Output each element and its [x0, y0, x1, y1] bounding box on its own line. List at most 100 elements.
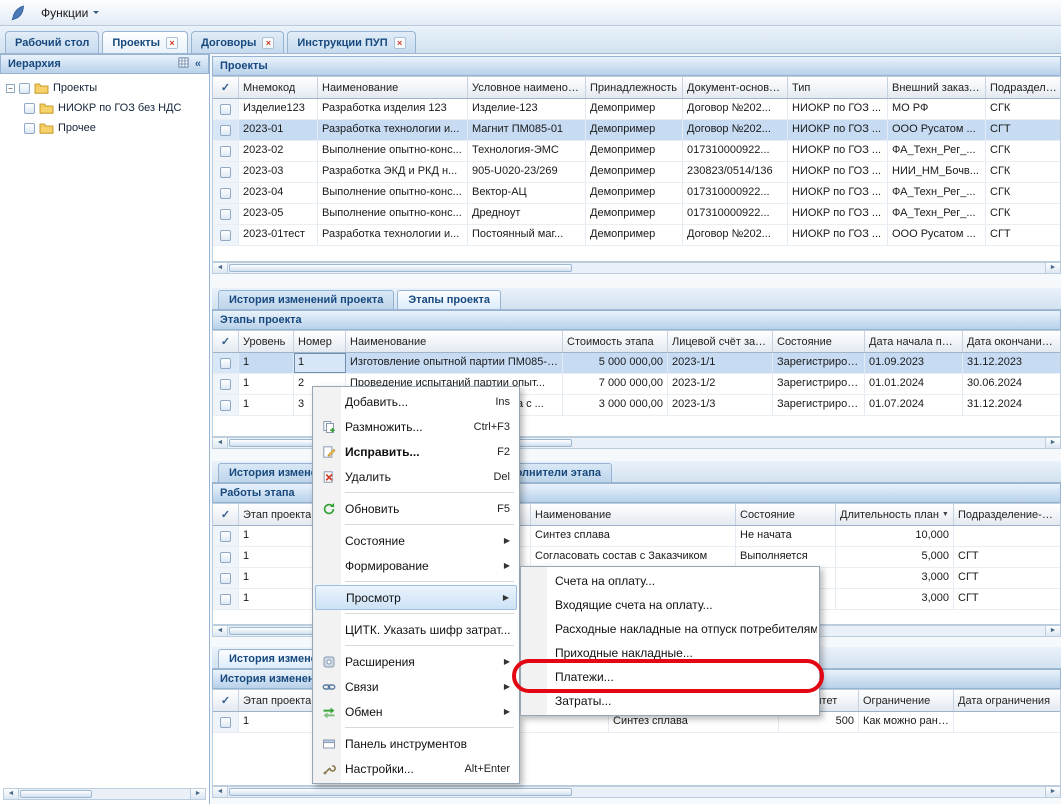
context-menu-item[interactable]: ОбновитьF5 [315, 496, 517, 521]
scroll-left-icon[interactable]: ◄ [213, 787, 228, 797]
column-header[interactable]: Подразделение-исполнитель [954, 504, 1061, 525]
scrollbar-track[interactable] [228, 263, 1045, 273]
scrollbar-thumb[interactable] [229, 264, 572, 272]
scroll-left-icon[interactable]: ◄ [213, 263, 228, 273]
context-menu-item[interactable]: Состояние▶ [315, 528, 517, 553]
scroll-right-icon[interactable]: ► [1045, 263, 1060, 273]
row-checkbox-cell[interactable] [213, 120, 239, 140]
row-checkbox-cell[interactable] [213, 99, 239, 119]
table-row[interactable]: 2023-01тестРазработка технологии и...Пос… [213, 225, 1060, 246]
context-menu-item[interactable]: Связи▶ [315, 674, 517, 699]
column-header[interactable]: Наименование [346, 331, 563, 352]
column-header[interactable]: Лицевой счёт затрат [668, 331, 773, 352]
scroll-right-icon[interactable]: ► [1045, 787, 1060, 797]
row-checkbox-cell[interactable] [213, 353, 239, 373]
context-menu-item[interactable]: Размножить...Ctrl+F3 [315, 414, 517, 439]
table-row[interactable]: 2023-02Выполнение опытно-конс...Технолог… [213, 141, 1060, 162]
row-checkbox-cell[interactable] [213, 526, 239, 546]
checkbox[interactable] [220, 188, 231, 199]
scrollbar-track[interactable] [228, 787, 1045, 797]
table-row[interactable]: 2023-05Выполнение опытно-конс...Дредноут… [213, 204, 1060, 225]
column-header[interactable]: Состояние [773, 331, 865, 352]
checkbox[interactable] [220, 167, 231, 178]
row-checkbox-cell[interactable] [213, 547, 239, 567]
table-row[interactable]: 11Изготовление опытной партии ПМ085-015 … [213, 353, 1060, 374]
checkbox[interactable] [220, 400, 231, 411]
section-tab[interactable]: Этапы проекта [397, 290, 501, 309]
checkbox[interactable] [220, 552, 231, 563]
tab-close-icon[interactable]: × [262, 37, 274, 49]
tree-item[interactable]: −Проекты [2, 78, 207, 98]
checkbox[interactable] [220, 125, 231, 136]
scroll-right-icon[interactable]: ► [190, 789, 205, 799]
column-header[interactable]: Стоимость этапа [563, 331, 668, 352]
submenu-item[interactable]: Входящие счета на оплату... [523, 593, 817, 617]
column-header[interactable]: Этап проекта [239, 504, 319, 525]
context-menu-item[interactable]: Исправить...F2 [315, 439, 517, 464]
table-row[interactable]: Изделие123Разработка изделия 123Изделие-… [213, 99, 1060, 120]
table-row[interactable]: 2023-03Разработка ЭКД и РКД н...905-U020… [213, 162, 1060, 183]
checkbox[interactable] [19, 83, 30, 94]
column-header[interactable]: Принадлежность [586, 77, 683, 98]
column-header[interactable]: Условное наименование [468, 77, 586, 98]
row-checkbox-cell[interactable] [213, 395, 239, 415]
window-tab[interactable]: Рабочий стол [5, 31, 99, 53]
table-row[interactable]: 2023-04Выполнение опытно-конс...Вектор-А… [213, 183, 1060, 204]
grid-icon[interactable] [178, 57, 189, 71]
scroll-left-icon[interactable]: ◄ [4, 789, 19, 799]
check-column-header[interactable]: ✓ [213, 690, 239, 711]
expander-icon[interactable]: − [6, 84, 15, 93]
context-menu-item[interactable]: ЦИТК. Указать шифр затрат... [315, 617, 517, 642]
tree-item[interactable]: Прочее [2, 118, 207, 138]
column-header[interactable]: Ограничение [859, 690, 954, 711]
context-menu-item[interactable]: Панель инструментов [315, 731, 517, 756]
row-checkbox-cell[interactable] [213, 589, 239, 609]
window-tab[interactable]: Проекты× [102, 31, 188, 53]
column-header[interactable]: Наименование [318, 77, 468, 98]
checkbox[interactable] [220, 104, 231, 115]
window-tab[interactable]: Договоры× [191, 31, 284, 53]
submenu-item[interactable]: Счета на оплату... [523, 569, 817, 593]
column-header[interactable]: Этап проекта [239, 690, 319, 711]
context-menu-item[interactable]: Расширения▶ [315, 649, 517, 674]
checkbox[interactable] [220, 146, 231, 157]
row-checkbox-cell[interactable] [213, 204, 239, 224]
submenu-item[interactable]: Расходные накладные на отпуск потребител… [523, 617, 817, 641]
column-header[interactable]: Номер [294, 331, 346, 352]
row-checkbox-cell[interactable] [213, 183, 239, 203]
context-menu-item[interactable]: Настройки...Alt+Enter [315, 756, 517, 781]
checkbox[interactable] [220, 717, 231, 728]
collapse-icon[interactable]: « [195, 58, 201, 70]
scroll-left-icon[interactable]: ◄ [213, 626, 228, 636]
check-column-header[interactable]: ✓ [213, 504, 239, 525]
context-menu-item[interactable]: Обмен▶ [315, 699, 517, 724]
submenu-item[interactable]: Платежи... [523, 665, 817, 689]
tab-close-icon[interactable]: × [394, 37, 406, 49]
column-header[interactable]: Мнемокод [239, 77, 318, 98]
checkbox[interactable] [220, 594, 231, 605]
row-checkbox-cell[interactable] [213, 374, 239, 394]
scroll-left-icon[interactable]: ◄ [213, 438, 228, 448]
column-header[interactable]: Внешний заказчик [888, 77, 986, 98]
column-header[interactable]: Документ-основание [683, 77, 788, 98]
row-checkbox-cell[interactable] [213, 225, 239, 245]
column-header[interactable]: Дата начала план [865, 331, 963, 352]
context-menu-item[interactable]: УдалитьDel [315, 464, 517, 489]
scroll-right-icon[interactable]: ► [1045, 626, 1060, 636]
context-menu-item[interactable]: Добавить...Ins [315, 389, 517, 414]
context-menu-item[interactable]: Формирование▶ [315, 553, 517, 578]
projects-hscrollbar[interactable]: ◄► [212, 262, 1061, 274]
row-checkbox-cell[interactable] [213, 162, 239, 182]
scrollbar-track[interactable] [19, 789, 190, 799]
column-header[interactable]: Дата окончания план [963, 331, 1061, 352]
scrollbar-thumb[interactable] [229, 788, 572, 796]
section-tab[interactable]: История изменений проекта [218, 290, 394, 309]
context-menu-item[interactable]: Просмотр▶ [315, 585, 517, 610]
checkbox[interactable] [220, 209, 231, 220]
row-checkbox-cell[interactable] [213, 141, 239, 161]
column-header[interactable]: Наименование [531, 504, 736, 525]
checkbox[interactable] [24, 103, 35, 114]
row-checkbox-cell[interactable] [213, 712, 239, 732]
checkbox[interactable] [24, 123, 35, 134]
check-column-header[interactable]: ✓ [213, 331, 239, 352]
